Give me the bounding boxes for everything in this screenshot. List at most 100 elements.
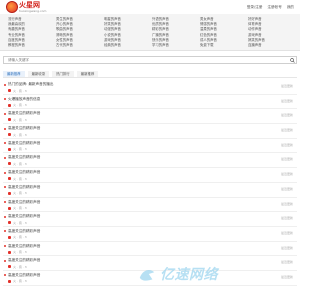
account-link[interactable]: 我的 bbox=[287, 5, 294, 10]
list-item-date: 最近更新 bbox=[280, 142, 293, 147]
logo-icon bbox=[6, 1, 18, 13]
bullet-icon bbox=[4, 98, 6, 101]
list-item-meta: 火 · 音 · 3 bbox=[8, 206, 27, 210]
list-item-title[interactable]: 高度关注的精彩声音 bbox=[8, 185, 40, 190]
register-link[interactable]: 注册帐号 bbox=[267, 5, 281, 10]
list-item-meta-text: 火 · 音 · 3 bbox=[13, 235, 27, 240]
list-item-meta: 火 · 音 · 3 bbox=[8, 89, 27, 93]
nav-item[interactable]: 学习的声音 bbox=[152, 43, 200, 48]
bullet-icon bbox=[4, 83, 6, 86]
list-item-title[interactable]: 高度关注的精彩声音 bbox=[8, 111, 40, 116]
flame-icon bbox=[8, 162, 11, 166]
list-item[interactable]: 高度关注的精彩声音火 · 音 · 3 最近更新 bbox=[3, 124, 297, 139]
list-item-title[interactable]: 高度关注的精彩声音 bbox=[8, 258, 40, 263]
list-item-meta: 火 · 音 · 3 bbox=[8, 133, 27, 137]
content-list: 热门的品牌: 最新声音的播出火 · 音 · 3 最近更新 火爆播放声音的信息火 · … bbox=[3, 80, 297, 286]
list-item-meta: 火 · 音 · 3 bbox=[8, 118, 27, 122]
list-item[interactable]: 高度关注的精彩声音火 · 音 · 3 最近更新 bbox=[3, 242, 297, 257]
nav-item[interactable]: 古代的声音 bbox=[56, 43, 104, 48]
list-item[interactable]: 高度关注的精彩声音火 · 音 · 3 最近更新 bbox=[3, 109, 297, 125]
list-item-meta-text: 火 · 音 · 3 bbox=[13, 191, 27, 196]
list-item-meta-text: 火 · 音 · 3 bbox=[13, 264, 27, 269]
search-bar bbox=[3, 56, 297, 64]
list-item-date: 最近更新 bbox=[280, 172, 293, 177]
list-item-title[interactable]: 高度关注的精彩声音 bbox=[8, 155, 40, 160]
flame-icon bbox=[8, 191, 11, 195]
list-item-date: 最近更新 bbox=[280, 113, 293, 118]
list-tabs: 最新推荐 最新收录 热门排行 最新推荐 bbox=[3, 71, 297, 78]
list-item-date: 最近更新 bbox=[280, 245, 293, 250]
list-item[interactable]: 高度关注的精彩声音火 · 音 · 3 最近更新 bbox=[3, 212, 297, 227]
list-item[interactable]: 高度关注的精彩声音火 · 音 · 3 最近更新 bbox=[3, 198, 297, 213]
list-item[interactable]: 高度关注的精彩声音火 · 音 · 3 最近更新 bbox=[3, 168, 297, 183]
search-icon bbox=[289, 57, 295, 63]
list-item-meta-text: 火 · 音 · 3 bbox=[13, 250, 27, 255]
list-item-date: 最近更新 bbox=[280, 157, 293, 162]
list-item-meta: 火 · 音 · 3 bbox=[8, 250, 27, 254]
tab-latest-recommend[interactable]: 最新推荐 bbox=[3, 71, 25, 77]
list-item[interactable]: 高度关注的精彩声音火 · 音 · 3 最近更新 bbox=[3, 153, 297, 169]
list-item-meta: 火 · 音 · 3 bbox=[8, 221, 27, 225]
bullet-icon bbox=[4, 127, 6, 130]
search-input[interactable] bbox=[4, 57, 288, 63]
list-item-meta-text: 火 · 音 · 3 bbox=[13, 161, 27, 166]
flame-icon bbox=[8, 103, 11, 107]
list-item[interactable]: 高度关注的精彩声音火 · 音 · 3 最近更新 bbox=[3, 183, 297, 198]
nav-item[interactable]: 免费下载 bbox=[200, 43, 248, 48]
list-item-meta-text: 火 · 音 · 3 bbox=[13, 117, 27, 122]
list-item-meta-text: 火 · 音 · 3 bbox=[13, 279, 27, 284]
flame-icon bbox=[8, 206, 11, 210]
list-item-meta-text: 火 · 音 · 3 bbox=[13, 176, 27, 181]
tab-latest-added[interactable]: 最新收录 bbox=[27, 71, 50, 77]
list-item-date: 最近更新 bbox=[280, 216, 293, 221]
tab-hot-ranking[interactable]: 热门排行 bbox=[52, 71, 74, 77]
list-item-title[interactable]: 高度关注的精彩声音 bbox=[8, 273, 40, 278]
bullet-icon bbox=[4, 259, 6, 262]
list-item[interactable]: 热门的品牌: 最新声音的播出火 · 音 · 3 最近更新 bbox=[3, 80, 297, 95]
site-logo[interactable]: 火星网 huoxingwang.com bbox=[6, 1, 46, 14]
list-item-meta: 火 · 音 · 3 bbox=[8, 279, 27, 283]
list-item-meta-text: 火 · 音 · 3 bbox=[13, 206, 27, 210]
bullet-icon bbox=[4, 171, 6, 174]
login-link[interactable]: 登录/注册 bbox=[247, 5, 263, 10]
watermark-logo-icon bbox=[139, 269, 155, 281]
list-item-title[interactable]: 高度关注的精彩声音 bbox=[8, 141, 40, 146]
logo-subtitle: huoxingwang.com bbox=[19, 9, 47, 13]
watermark-text: 亿速网络 bbox=[160, 267, 218, 283]
nav-item[interactable]: 连播声音 bbox=[248, 43, 296, 48]
top-links: 登录/注册 注册帐号 我的 bbox=[247, 5, 294, 10]
list-item-meta: 火 · 音 · 3 bbox=[8, 177, 27, 181]
list-item-meta: 火 · 音 · 3 bbox=[8, 235, 27, 239]
list-item-title[interactable]: 高度关注的精彩声音 bbox=[8, 244, 40, 249]
list-item-meta: 火 · 音 · 3 bbox=[8, 191, 27, 195]
flame-icon bbox=[8, 177, 11, 181]
watermark: 亿速网络 bbox=[138, 262, 298, 286]
site-header: 火星网 huoxingwang.com 登录/注册 注册帐号 我的 bbox=[0, 0, 300, 14]
list-item[interactable]: 高度关注的精彩声音火 · 音 · 3 最近更新 bbox=[3, 139, 297, 154]
list-item-title[interactable]: 高度关注的精彩声音 bbox=[8, 214, 40, 219]
bullet-icon bbox=[4, 142, 6, 145]
list-item-title[interactable]: 火爆播放声音的信息 bbox=[8, 97, 40, 102]
list-item-title[interactable]: 热门的品牌: 最新声音的播出 bbox=[8, 82, 53, 87]
flame-icon bbox=[8, 89, 11, 92]
nav-item[interactable]: 教程的声音 bbox=[8, 43, 56, 48]
list-item-date: 最近更新 bbox=[280, 128, 293, 133]
list-item-date: 最近更新 bbox=[280, 201, 293, 206]
category-nav: 流行声音 男生的声音 明星的声音 外语的声音 男女声音 好好声音 我最喜欢的 开心的声音 好笑的… bbox=[0, 14, 300, 51]
nav-item[interactable]: 经典的声音 bbox=[104, 43, 152, 48]
list-item-meta-text: 火 · 音 · 3 bbox=[13, 147, 27, 152]
tab-recommend-more[interactable]: 最新推荐 bbox=[76, 71, 99, 77]
list-item-title[interactable]: 高度关注的精彩声音 bbox=[8, 200, 40, 205]
bullet-icon bbox=[4, 215, 6, 218]
list-item-meta-text: 火 · 音 · 3 bbox=[13, 88, 27, 93]
list-item-title[interactable]: 高度关注的精彩声音 bbox=[8, 170, 40, 175]
search-button[interactable] bbox=[288, 57, 296, 63]
list-item-title[interactable]: 高度关注的精彩声音 bbox=[8, 126, 40, 131]
list-item[interactable]: 火爆播放声音的信息火 · 音 · 3 最近更新 bbox=[3, 95, 297, 110]
bullet-icon bbox=[4, 156, 6, 159]
flame-icon bbox=[8, 221, 11, 225]
list-item-meta-text: 火 · 音 · 3 bbox=[13, 103, 27, 108]
list-item-title[interactable]: 高度关注的精彩声音 bbox=[8, 229, 40, 234]
list-item[interactable]: 高度关注的精彩声音火 · 音 · 3 最近更新 bbox=[3, 227, 297, 242]
list-item-meta: 火 · 音 · 3 bbox=[8, 103, 27, 107]
